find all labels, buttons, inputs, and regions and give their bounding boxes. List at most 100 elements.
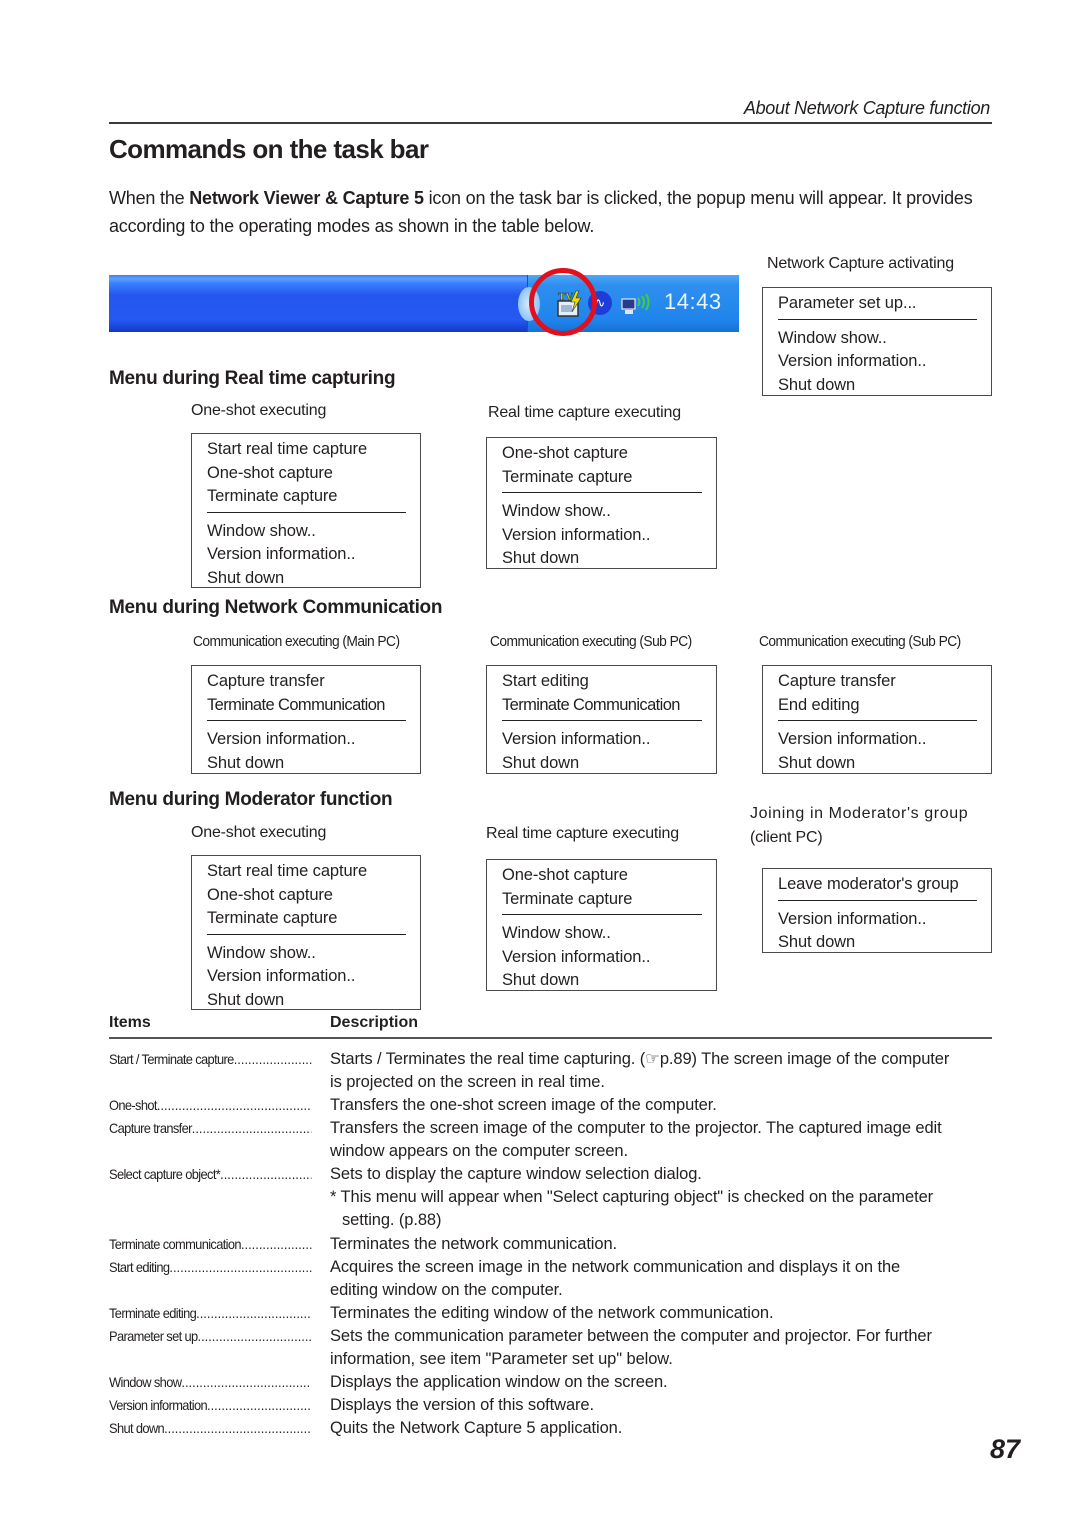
menu-item-start-editing[interactable]: Start editing xyxy=(502,670,702,694)
menu-item-version-information[interactable]: Version information.. xyxy=(778,728,977,752)
table-row-item-label: Start / Terminate capture xyxy=(109,1051,234,1067)
menu-item-one-shot-capture[interactable]: One-shot capture xyxy=(502,442,702,466)
menu-item-capture-transfer[interactable]: Capture transfer xyxy=(778,670,977,694)
description-line: Terminates the network communication. xyxy=(330,1235,618,1253)
menu-item-terminate-communication[interactable]: Terminate Communication xyxy=(502,694,702,718)
section-heading-moderator: Menu during Moderator function xyxy=(109,789,393,810)
menu-item-version-information[interactable]: Version information.. xyxy=(207,965,406,989)
menu-item-end-editing[interactable]: End editing xyxy=(778,694,977,718)
description-line: information, see item "Parameter set up"… xyxy=(330,1350,673,1368)
menu-item-leave-moderators-group[interactable]: Leave moderator's group xyxy=(778,873,977,897)
menu-caption: Network Capture activating xyxy=(767,255,954,272)
table-row-description: Sets the communication parameter between… xyxy=(330,1325,1000,1371)
description-line: Transfers the one-shot screen image of t… xyxy=(330,1096,717,1114)
wireless-pc-icon[interactable] xyxy=(620,293,652,317)
menu-separator xyxy=(207,511,406,513)
leader-dots: ........................................… xyxy=(197,1328,312,1344)
leader-dots: ........................................… xyxy=(164,1420,311,1436)
popup-menu-comm-sub-pc-2: Capture transfer End editing Version inf… xyxy=(762,665,992,774)
menu-item-window-show[interactable]: Window show.. xyxy=(778,327,977,351)
menu-caption: Communication executing (Sub PC) xyxy=(490,633,692,650)
menu-item-shut-down[interactable]: Shut down xyxy=(778,752,977,776)
table-row-item: Version information.....................… xyxy=(109,1397,311,1413)
menu-item-shut-down[interactable]: Shut down xyxy=(502,969,702,993)
menu-item-one-shot-capture[interactable]: One-shot capture xyxy=(502,864,702,888)
table-row-description: Displays the application window on the s… xyxy=(330,1371,1000,1394)
menu-caption: Real time capture executing xyxy=(486,825,679,842)
menu-item-version-information[interactable]: Version information.. xyxy=(502,946,702,970)
table-row-item: Start editing...........................… xyxy=(109,1259,311,1275)
menu-item-terminate-capture[interactable]: Terminate capture xyxy=(502,466,702,490)
table-row-item: Window show.............................… xyxy=(109,1374,311,1390)
leader-dots: ........................................… xyxy=(156,1097,312,1113)
table-header-rule xyxy=(109,1037,992,1039)
menu-separator xyxy=(502,914,702,915)
description-line: Transfers the screen image of the comput… xyxy=(330,1119,942,1137)
menu-item-terminate-capture[interactable]: Terminate capture xyxy=(502,888,702,912)
leader-dots: ........................................… xyxy=(181,1374,312,1390)
table-row-description: Displays the version of this software. xyxy=(330,1394,1000,1417)
table-row-description: Transfers the one-shot screen image of t… xyxy=(330,1094,1000,1117)
menu-item-start-real-time-capture[interactable]: Start real time capture xyxy=(207,438,406,462)
table-row-item-label: Version information xyxy=(109,1397,208,1413)
description-line: Displays the application window on the s… xyxy=(330,1373,668,1391)
table-row-item: Capture transfer........................… xyxy=(109,1120,311,1136)
intro-text-before: When the xyxy=(109,188,190,208)
table-row-item-label: Terminate communication xyxy=(109,1236,242,1252)
popup-menu-realtime-executing: One-shot capture Terminate capture Windo… xyxy=(486,437,717,569)
menu-caption: One-shot executing xyxy=(191,402,327,419)
menu-item-terminate-communication[interactable]: Terminate Communication xyxy=(207,694,406,718)
menu-item-start-real-time-capture[interactable]: Start real time capture xyxy=(207,860,406,884)
page-title: Commands on the task bar xyxy=(109,134,429,164)
menu-item-one-shot-capture[interactable]: One-shot capture xyxy=(207,462,406,486)
leader-dots: ........................................… xyxy=(169,1259,312,1275)
menu-item-shut-down[interactable]: Shut down xyxy=(502,752,702,776)
menu-item-version-information[interactable]: Version information.. xyxy=(502,728,702,752)
menu-item-shut-down[interactable]: Shut down xyxy=(778,374,977,398)
menu-item-version-information[interactable]: Version information.. xyxy=(207,543,406,567)
menu-item-terminate-capture[interactable]: Terminate capture xyxy=(207,907,406,931)
table-row-item: Shut down...............................… xyxy=(109,1420,311,1436)
table-row-description: Terminates the editing window of the net… xyxy=(330,1302,1000,1325)
menu-item-shut-down[interactable]: Shut down xyxy=(207,989,406,1013)
description-line: editing window on the computer. xyxy=(330,1281,563,1299)
menu-item-version-information[interactable]: Version information.. xyxy=(778,908,977,932)
menu-item-shut-down[interactable]: Shut down xyxy=(502,547,702,571)
table-row-item: Select capture object*..................… xyxy=(109,1166,311,1182)
menu-item-capture-transfer[interactable]: Capture transfer xyxy=(207,670,406,694)
menu-item-shut-down[interactable]: Shut down xyxy=(207,567,406,591)
popup-menu-activating: Parameter set up... Window show.. Versio… xyxy=(762,287,992,396)
table-row-description: Sets to display the capture window selec… xyxy=(330,1163,1000,1232)
table-row-item: Parameter set up........................… xyxy=(109,1328,311,1344)
menu-item-version-information[interactable]: Version information.. xyxy=(207,728,406,752)
menu-separator xyxy=(207,720,406,721)
menu-caption: Communication executing (Sub PC) xyxy=(759,633,961,650)
description-line: Acquires the screen image in the network… xyxy=(330,1258,901,1276)
taskbar: TV ∿ 14:43 xyxy=(109,275,739,332)
table-row-item: Terminate editing.......................… xyxy=(109,1305,311,1321)
menu-item-window-show[interactable]: Window show.. xyxy=(207,520,406,544)
menu-separator xyxy=(207,933,406,935)
menu-item-terminate-capture[interactable]: Terminate capture xyxy=(207,485,406,509)
popup-menu-comm-main-pc: Capture transfer Terminate Communication… xyxy=(191,665,421,774)
popup-menu-realtime-oneshot: Start real time capture One-shot capture… xyxy=(191,433,421,588)
menu-item-parameter-set-up[interactable]: Parameter set up... xyxy=(778,292,977,316)
description-line: Sets to display the capture window selec… xyxy=(330,1165,702,1183)
menu-caption-line2: (client PC) xyxy=(750,829,823,846)
menu-separator xyxy=(778,899,977,901)
table-row-item: Start / Terminate capture...............… xyxy=(109,1051,311,1067)
description-line: Terminates the editing window of the net… xyxy=(330,1304,774,1322)
menu-item-window-show[interactable]: Window show.. xyxy=(207,942,406,966)
menu-item-shut-down[interactable]: Shut down xyxy=(778,931,977,955)
description-line: Sets the communication parameter between… xyxy=(330,1327,932,1345)
menu-separator xyxy=(502,720,702,721)
menu-item-window-show[interactable]: Window show.. xyxy=(502,500,702,524)
popup-menu-comm-sub-pc-1: Start editing Terminate Communication Ve… xyxy=(486,665,717,774)
table-row-description: Acquires the screen image in the network… xyxy=(330,1256,1000,1302)
table-row-item-label: Capture transfer xyxy=(109,1120,192,1136)
menu-item-window-show[interactable]: Window show.. xyxy=(502,922,702,946)
menu-item-version-information[interactable]: Version information.. xyxy=(502,524,702,548)
menu-item-version-information[interactable]: Version information.. xyxy=(778,350,977,374)
menu-item-shut-down[interactable]: Shut down xyxy=(207,752,406,776)
menu-item-one-shot-capture[interactable]: One-shot capture xyxy=(207,884,406,908)
